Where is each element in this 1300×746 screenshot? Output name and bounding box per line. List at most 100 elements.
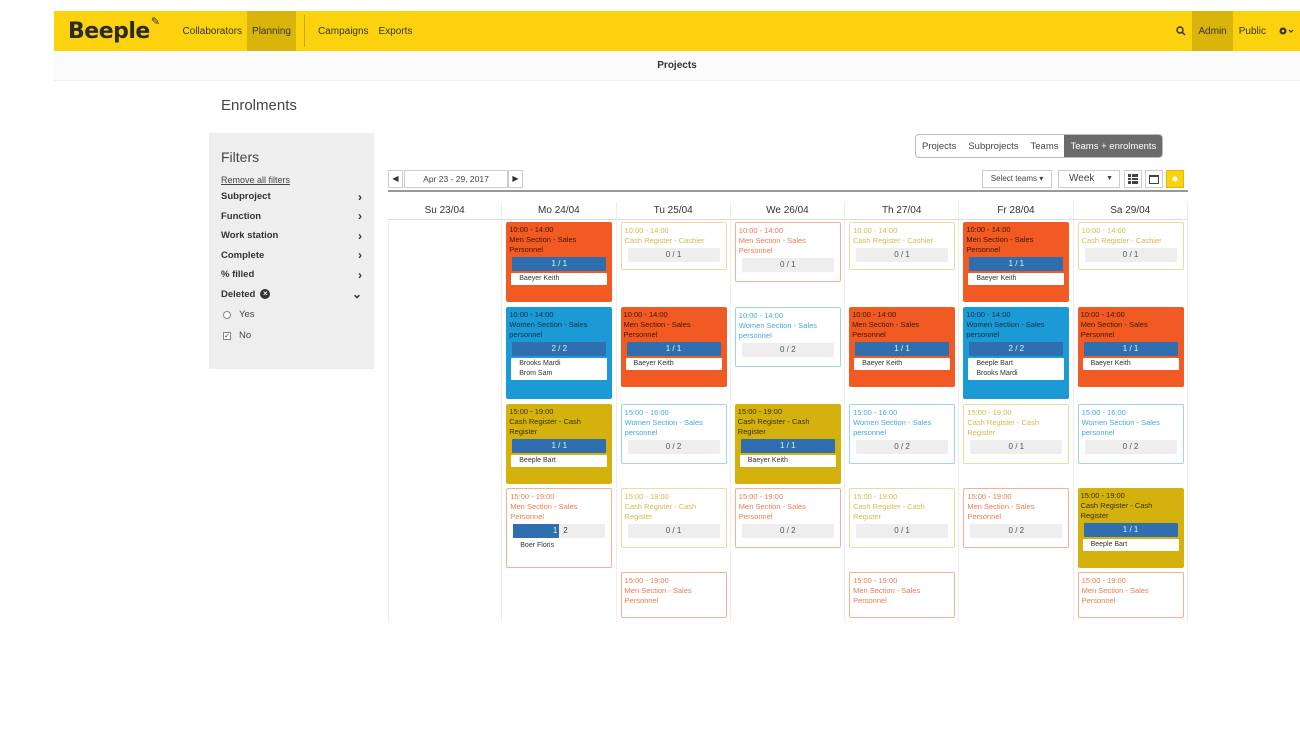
tab-teams[interactable]: Teams — [1025, 135, 1065, 157]
shift-card[interactable]: 10:00 - 14:00 Women Section - Sales pers… — [963, 307, 1070, 399]
shift-card[interactable]: 15:00 - 19:00 Men Section - Sales Person… — [620, 572, 727, 618]
shift-card[interactable]: 10:00 - 14:00 Men Section - Sales Person… — [1077, 307, 1184, 387]
option-yes[interactable]: Yes — [221, 304, 362, 325]
shift-card[interactable]: 15:00 - 19:00 Cash Register - Cash Regis… — [1077, 488, 1184, 568]
gear-icon[interactable] — [1272, 11, 1300, 51]
shift-card[interactable]: 10:00 - 14:00 Men Section - Sales Person… — [506, 222, 613, 302]
filter-complete[interactable]: Complete › — [221, 246, 362, 266]
calendar-view-icon[interactable] — [1145, 170, 1163, 188]
shift-card[interactable]: 15:00 - 16:00 Women Section - Sales pers… — [849, 404, 956, 464]
filter-label: Function — [221, 210, 262, 222]
shift-title: Cash Register - Cashier — [853, 236, 934, 245]
slot-count: 1 / 1 — [1083, 523, 1178, 537]
shift-title: Cash Register - Cash Register — [1080, 501, 1153, 520]
select-teams-dropdown[interactable]: Select teams ▾ — [982, 170, 1052, 188]
shift-card[interactable]: 10:00 - 14:00 Men Section - Sales Person… — [734, 222, 841, 282]
admin-button[interactable]: Admin — [1192, 11, 1233, 51]
shift-card[interactable]: 15:00 - 19:00 Men Section - Sales Person… — [1077, 572, 1184, 618]
shift-time: 10:00 - 14:00 — [623, 310, 668, 319]
select-teams-label: Select teams — [990, 174, 1037, 183]
shift-card[interactable]: 15:00 - 19:00 Men Section - Sales Person… — [734, 488, 841, 548]
day-column-wednesday: 10:00 - 14:00 Men Section - Sales Person… — [731, 220, 846, 622]
shift-card[interactable]: 10:00 - 14:00 Men Section - Sales Person… — [620, 307, 727, 387]
shift-card[interactable]: 15:00 - 19:00 Men Section - Sales Person… — [963, 488, 1070, 548]
shift-card[interactable]: 15:00 - 19:00 Cash Register - Cash Regis… — [849, 488, 956, 548]
view-select-value: Week — [1069, 173, 1095, 184]
checkbox-checked-icon[interactable]: ✓ — [223, 331, 231, 340]
shift-time: 15:00 - 19:00 — [737, 407, 782, 416]
tab-teams-enrolments[interactable]: Teams + enrolments — [1064, 135, 1163, 157]
enrolled-person: Beeple Bart — [976, 360, 1013, 367]
day-column-tuesday: 10:00 - 14:00 Cash Register - Cashier 0 … — [617, 220, 731, 622]
view-tabs: Projects Subprojects Teams Teams + enrol… — [915, 134, 1164, 158]
shift-title: Men Section - Sales Personnel — [624, 586, 692, 605]
shift-card[interactable]: 15:00 - 19:00 Cash Register - Cash Regis… — [620, 488, 727, 548]
filter-subproject[interactable]: Subproject › — [221, 187, 362, 207]
enrolled-person[interactable]: Baeyer Keith — [625, 358, 722, 370]
shift-card[interactable]: 15:00 - 19:00 Cash Register - Cash Regis… — [734, 404, 841, 484]
slot-count: 0 / 1 — [970, 440, 1063, 454]
logo[interactable]: Beeple ✎ — [68, 15, 160, 44]
settings-view-icon[interactable] — [1166, 170, 1184, 188]
date-range[interactable]: Apr 23 - 29, 2017 — [404, 170, 508, 188]
prev-week-button[interactable]: ◀ — [388, 170, 403, 188]
shift-title: Women Section - Sales personnel — [853, 418, 932, 437]
enrolled-person[interactable]: Beeple Bart — [511, 455, 608, 467]
search-icon[interactable] — [1170, 11, 1192, 51]
enrolled-person[interactable]: Boer Floris — [512, 540, 607, 552]
subheader-projects[interactable]: Projects — [54, 51, 1300, 81]
shift-title: Men Section - Sales Personnel — [852, 320, 920, 339]
shift-card[interactable]: 10:00 - 14:00 Men Section - Sales Person… — [849, 307, 956, 387]
shift-time: 10:00 - 14:00 — [624, 226, 669, 235]
slot-count: 0 / 2 — [1084, 440, 1177, 454]
filter-percent-filled[interactable]: % filled › — [221, 265, 362, 285]
enrolled-person[interactable]: Baeyer Keith — [1082, 358, 1179, 370]
enrolled-people[interactable]: Beeple Bart Brooks Mardi — [968, 358, 1065, 380]
enrolled-person[interactable]: Baeyer Keith — [511, 273, 608, 285]
logo-text: Beeple — [68, 18, 150, 44]
enrolled-people[interactable]: Brooks Mardi Brom Sam — [511, 358, 608, 380]
next-week-button[interactable]: ▶ — [508, 170, 523, 188]
shift-card[interactable]: 10:00 - 14:00 Women Section - Sales pers… — [506, 307, 613, 399]
shift-card[interactable]: 10:00 - 14:00 Cash Register - Cashier 0 … — [620, 222, 727, 270]
enrolled-person[interactable]: Baeyer Keith — [854, 358, 951, 370]
shift-card[interactable]: 10:00 - 14:00 Men Section - Sales Person… — [963, 222, 1070, 302]
option-label: Yes — [239, 309, 255, 320]
enrolled-person[interactable]: Baeyer Keith — [968, 273, 1065, 285]
shift-card[interactable]: 10:00 - 14:00 Women Section - Sales pers… — [734, 307, 841, 367]
shift-card[interactable]: 15:00 - 19:00 Cash Register - Cash Regis… — [506, 404, 613, 484]
filter-work-station[interactable]: Work station › — [221, 226, 362, 246]
shift-card[interactable]: 15:00 - 19:00 Men Section - Sales Person… — [506, 488, 613, 568]
nav-divider — [303, 15, 305, 47]
tab-projects[interactable]: Projects — [916, 135, 962, 157]
shift-card[interactable]: 15:00 - 19:00 Cash Register - Cash Regis… — [963, 404, 1070, 464]
tab-subprojects[interactable]: Subprojects — [962, 135, 1024, 157]
shift-card[interactable]: 15:00 - 16:00 Women Section - Sales pers… — [1077, 404, 1184, 464]
day-column-monday: 10:00 - 14:00 Men Section - Sales Person… — [502, 220, 617, 622]
list-view-icon[interactable] — [1124, 170, 1142, 188]
radio-icon[interactable] — [223, 310, 231, 319]
option-label: No — [239, 330, 252, 341]
filter-label: Deleted — [221, 288, 256, 300]
nav-planning[interactable]: Planning — [247, 11, 296, 51]
enrolled-person[interactable]: Baeyer Keith — [739, 455, 836, 467]
day-column-friday: 10:00 - 14:00 Men Section - Sales Person… — [959, 220, 1074, 622]
clear-filter-icon[interactable]: × — [260, 289, 271, 300]
nav-collaborators[interactable]: Collaborators — [178, 11, 247, 51]
day-header: Th 27/04 — [845, 202, 960, 219]
public-button[interactable]: Public — [1233, 11, 1272, 51]
shift-card[interactable]: 15:00 - 16:00 Women Section - Sales pers… — [620, 404, 727, 464]
nav-exports[interactable]: Exports — [374, 11, 418, 51]
view-select[interactable]: Week ▼ — [1058, 170, 1120, 188]
enrolled-person[interactable]: Beeple Bart — [1082, 539, 1179, 551]
option-no[interactable]: ✓ No — [221, 325, 362, 346]
filter-function[interactable]: Function › — [221, 207, 362, 227]
shift-card[interactable]: 10:00 - 14:00 Cash Register - Cashier 0 … — [1077, 222, 1184, 270]
filter-deleted[interactable]: Deleted × ⌄ — [221, 285, 362, 305]
nav-campaigns[interactable]: Campaigns — [313, 11, 374, 51]
shift-card[interactable]: 15:00 - 19:00 Men Section - Sales Person… — [849, 572, 956, 618]
remove-filters-link[interactable]: Remove all filters — [221, 175, 362, 185]
bee-icon: ✎ — [150, 14, 160, 28]
shift-card[interactable]: 10:00 - 14:00 Cash Register - Cashier 0 … — [849, 222, 956, 270]
filter-label: % filled — [221, 269, 255, 281]
